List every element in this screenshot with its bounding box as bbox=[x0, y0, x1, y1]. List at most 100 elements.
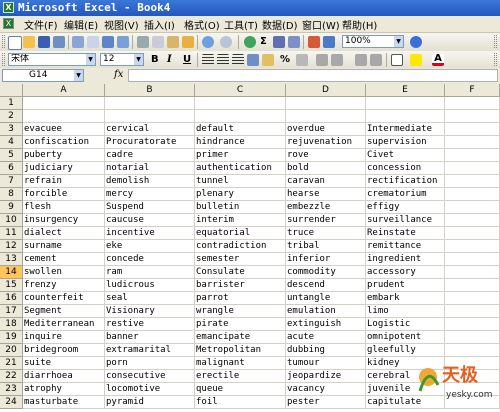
cell-b2[interactable] bbox=[105, 110, 195, 123]
cell-a2[interactable] bbox=[23, 110, 105, 123]
column-header-a[interactable]: A bbox=[23, 84, 105, 97]
cell-b9[interactable]: Suspend bbox=[105, 201, 195, 214]
cell-a1[interactable] bbox=[23, 97, 105, 110]
print-icon[interactable] bbox=[72, 36, 84, 48]
cell-d2[interactable] bbox=[286, 110, 366, 123]
column-header-d[interactable]: D bbox=[286, 84, 366, 97]
cell-d18[interactable]: extinguish bbox=[286, 318, 366, 331]
cell-b15[interactable]: ludicrous bbox=[105, 279, 195, 292]
cell-a17[interactable]: Segment bbox=[23, 305, 105, 318]
cell-d4[interactable]: rejuvenation bbox=[286, 136, 366, 149]
insert-function-icon[interactable]: fx bbox=[114, 69, 123, 80]
borders-icon[interactable] bbox=[391, 54, 403, 66]
cell-c7[interactable]: tunnel bbox=[195, 175, 286, 188]
cell-a8[interactable]: forcible bbox=[23, 188, 105, 201]
sort-descending-icon[interactable] bbox=[288, 36, 300, 48]
toolbar-options-icon[interactable] bbox=[494, 35, 497, 48]
cell-b13[interactable]: concede bbox=[105, 253, 195, 266]
row-header-13[interactable]: 13 bbox=[0, 253, 23, 266]
align-left-icon[interactable] bbox=[202, 54, 214, 66]
cell-a19[interactable]: inquire bbox=[23, 331, 105, 344]
cell-b20[interactable]: extramarital bbox=[105, 344, 195, 357]
cell-c1[interactable] bbox=[195, 97, 286, 110]
toolbar-grip[interactable] bbox=[2, 53, 5, 66]
row-header-12[interactable]: 12 bbox=[0, 240, 23, 253]
align-right-icon[interactable] bbox=[232, 54, 244, 66]
cell-a15[interactable]: frenzy bbox=[23, 279, 105, 292]
cell-c21[interactable]: malignant bbox=[195, 357, 286, 370]
cell-d17[interactable]: emulation bbox=[286, 305, 366, 318]
menu-file[interactable]: 文件(F) bbox=[24, 17, 58, 32]
cell-b6[interactable]: notarial bbox=[105, 162, 195, 175]
toolbar-grip[interactable] bbox=[2, 35, 5, 48]
cell-c11[interactable]: equatorial bbox=[195, 227, 286, 240]
cell-a21[interactable]: suite bbox=[23, 357, 105, 370]
cell-b17[interactable]: Visionary bbox=[105, 305, 195, 318]
select-all-corner[interactable] bbox=[0, 84, 23, 97]
column-header-c[interactable]: C bbox=[195, 84, 286, 97]
merge-center-icon[interactable] bbox=[247, 54, 259, 66]
cell-e7[interactable]: rectification bbox=[366, 175, 445, 188]
cell-e6[interactable]: concession bbox=[366, 162, 445, 175]
cell-f13[interactable] bbox=[445, 253, 500, 266]
column-header-f[interactable]: F bbox=[445, 84, 500, 97]
cell-c5[interactable]: primer bbox=[195, 149, 286, 162]
cell-b22[interactable]: consecutive bbox=[105, 370, 195, 383]
cell-d12[interactable]: tribal bbox=[286, 240, 366, 253]
menu-window[interactable]: 窗口(W) bbox=[302, 17, 340, 32]
cell-d11[interactable]: truce bbox=[286, 227, 366, 240]
cell-b21[interactable]: porn bbox=[105, 357, 195, 370]
cell-f12[interactable] bbox=[445, 240, 500, 253]
font-size-combo[interactable]: 12 ▼ bbox=[100, 53, 144, 66]
cell-d13[interactable]: inferior bbox=[286, 253, 366, 266]
cell-e11[interactable]: Reinstate bbox=[366, 227, 445, 240]
cell-c20[interactable]: Metropolitan bbox=[195, 344, 286, 357]
cell-e5[interactable]: Civet bbox=[366, 149, 445, 162]
cell-f3[interactable] bbox=[445, 123, 500, 136]
cell-d21[interactable]: tumour bbox=[286, 357, 366, 370]
cell-e1[interactable] bbox=[366, 97, 445, 110]
cut-icon[interactable] bbox=[137, 36, 149, 48]
autosum-icon[interactable]: Σ bbox=[260, 36, 267, 48]
cell-e2[interactable] bbox=[366, 110, 445, 123]
cell-c6[interactable]: authentication bbox=[195, 162, 286, 175]
cell-a11[interactable]: dialect bbox=[23, 227, 105, 240]
permission-icon[interactable] bbox=[53, 36, 65, 48]
cell-f17[interactable] bbox=[445, 305, 500, 318]
cell-c12[interactable]: contradiction bbox=[195, 240, 286, 253]
cell-b4[interactable]: Procuratorate bbox=[105, 136, 195, 149]
cell-d5[interactable]: rove bbox=[286, 149, 366, 162]
cell-a5[interactable]: puberty bbox=[23, 149, 105, 162]
cell-e17[interactable]: limo bbox=[366, 305, 445, 318]
cell-a9[interactable]: flesh bbox=[23, 201, 105, 214]
cell-b12[interactable]: eke bbox=[105, 240, 195, 253]
cell-f15[interactable] bbox=[445, 279, 500, 292]
cell-e8[interactable]: crematorium bbox=[366, 188, 445, 201]
row-header-21[interactable]: 21 bbox=[0, 357, 23, 370]
row-header-8[interactable]: 8 bbox=[0, 188, 23, 201]
row-header-3[interactable]: 3 bbox=[0, 123, 23, 136]
formula-input[interactable] bbox=[128, 69, 498, 82]
chevron-down-icon[interactable]: ▼ bbox=[134, 54, 143, 65]
research-icon[interactable] bbox=[117, 36, 129, 48]
cell-a12[interactable]: surname bbox=[23, 240, 105, 253]
cell-f4[interactable] bbox=[445, 136, 500, 149]
row-header-2[interactable]: 2 bbox=[0, 110, 23, 123]
cell-c16[interactable]: parrot bbox=[195, 292, 286, 305]
cell-a7[interactable]: refrain bbox=[23, 175, 105, 188]
cell-a23[interactable]: atrophy bbox=[23, 383, 105, 396]
row-header-1[interactable]: 1 bbox=[0, 97, 23, 110]
document-menu-icon[interactable]: X bbox=[3, 18, 14, 29]
name-box[interactable]: G14 ▼ bbox=[2, 69, 84, 82]
cell-d23[interactable]: vacancy bbox=[286, 383, 366, 396]
cell-f11[interactable] bbox=[445, 227, 500, 240]
chart-wizard-icon[interactable] bbox=[308, 36, 320, 48]
cell-b19[interactable]: banner bbox=[105, 331, 195, 344]
cell-b24[interactable]: pyramid bbox=[105, 396, 195, 409]
menu-insert[interactable]: 插入(I) bbox=[144, 17, 175, 32]
chevron-down-icon[interactable]: ▼ bbox=[74, 70, 83, 81]
cell-d16[interactable]: untangle bbox=[286, 292, 366, 305]
cell-f8[interactable] bbox=[445, 188, 500, 201]
row-header-15[interactable]: 15 bbox=[0, 279, 23, 292]
row-header-18[interactable]: 18 bbox=[0, 318, 23, 331]
